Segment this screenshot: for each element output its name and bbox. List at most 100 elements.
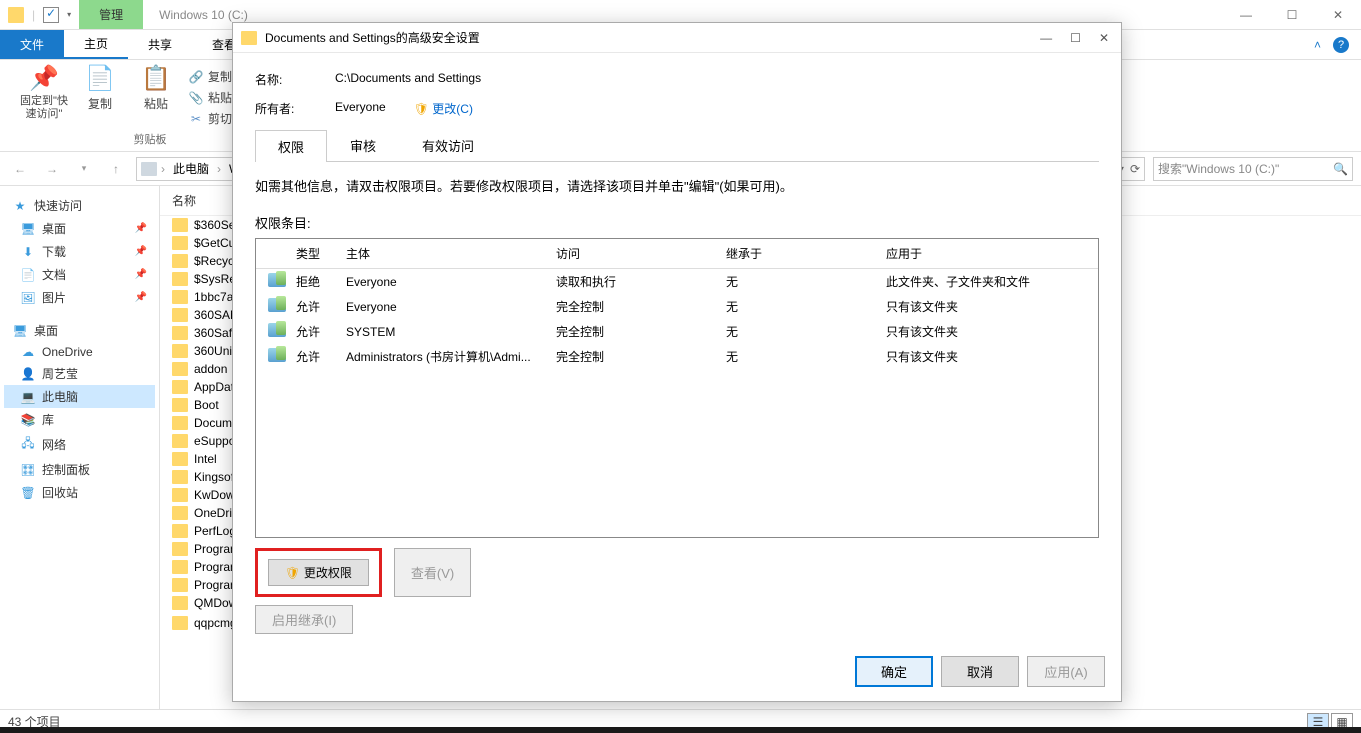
nav-user[interactable]: 👤周艺莹 [4,362,155,385]
paste-button[interactable]: 📋 粘贴 [132,64,180,112]
window-title: Windows 10 (C:) [143,8,264,22]
help-icon[interactable]: ? [1333,37,1349,53]
ribbon-group-label: 剪贴板 [134,129,167,147]
nav-network[interactable]: 🖧网络 [4,431,155,458]
nav-recycle[interactable]: 🗑回收站 [4,481,155,504]
folder-icon [172,578,188,592]
user-icon: 👤 [20,367,36,381]
nav-quickaccess[interactable]: ★快速访问 [4,194,155,217]
pin-quickaccess-button[interactable]: 📌 固定到"快速访问" [20,64,68,121]
chevron-icon[interactable]: › [217,162,221,176]
path-icon: 🔗 [188,69,204,85]
title-context-tab[interactable]: 管理 [79,0,143,29]
ribbon-collapse-icon[interactable]: ˄ [1314,38,1321,52]
perm-type: 拒绝 [292,271,342,292]
tab-permissions[interactable]: 权限 [255,130,327,162]
nav-desktop[interactable]: 🖥桌面📌 [4,217,155,240]
dlg-minimize-button[interactable]: — [1040,31,1052,45]
tab-home[interactable]: 主页 [64,30,128,59]
hdr-inherited[interactable]: 继承于 [722,243,882,264]
copy-button[interactable]: 📄 复制 [76,64,124,112]
checkbox-icon[interactable]: ✓ [43,7,59,23]
perm-inherit: 无 [722,321,882,342]
permission-row[interactable]: 允许Everyone完全控制无只有该文件夹 [256,294,1098,319]
search-input[interactable]: 搜索"Windows 10 (C:)" 🔍 [1153,157,1353,181]
nav-documents[interactable]: 📄文档📌 [4,263,155,286]
pin-icon: 📌 [135,223,147,234]
nav-downloads[interactable]: ⬇下载📌 [4,240,155,263]
perm-inherit: 无 [722,346,882,367]
permission-list[interactable]: 类型 主体 访问 继承于 应用于 拒绝Everyone读取和执行无此文件夹、子文… [255,238,1099,538]
hdr-access[interactable]: 访问 [552,243,722,264]
close-button[interactable]: ✕ [1315,0,1361,30]
tab-effective[interactable]: 有效访问 [399,129,497,161]
nav-thispc[interactable]: 💻此电脑 [4,385,155,408]
nav-forward-button[interactable]: → [40,157,64,181]
window-controls: — ☐ ✕ [1223,0,1361,30]
folder-icon [172,290,188,304]
chevron-icon[interactable]: › [161,162,165,176]
pin-label: 固定到"快速访问" [20,95,68,121]
perm-access: 完全控制 [552,321,722,342]
cloud-icon: ☁ [20,345,36,359]
quick-access-toolbar: | ✓ ▾ [0,7,79,23]
folder-icon [172,488,188,502]
taskbar[interactable] [0,727,1361,733]
folder-icon [172,218,188,232]
perm-principal: Everyone [342,273,552,291]
qat-separator: | [32,8,35,22]
apply-button: 应用(A) [1027,656,1105,687]
library-icon: 📚 [20,413,36,427]
folder-icon [172,398,188,412]
hdr-applies[interactable]: 应用于 [882,243,1090,264]
crumb-thispc[interactable]: 此电脑 [169,160,213,177]
owner-label: 所有者: [255,100,315,117]
perm-apply: 此文件夹、子文件夹和文件 [882,271,1090,292]
permission-row[interactable]: 允许Administrators (书房计算机\Admi...完全控制无只有该文… [256,344,1098,369]
perm-access: 完全控制 [552,296,722,317]
folder-icon [172,380,188,394]
hdr-principal[interactable]: 主体 [342,243,552,264]
ok-button[interactable]: 确定 [855,656,933,687]
change-owner-link[interactable]: 更改(C) [432,102,473,116]
folder-icon [172,236,188,250]
nav-recent-button[interactable]: ▾ [72,157,96,181]
folder-icon [172,524,188,538]
paste-label: 粘贴 [144,95,168,112]
perm-type: 允许 [292,346,342,367]
tab-file[interactable]: 文件 [0,30,64,59]
qat-dropdown-icon[interactable]: ▾ [67,10,71,19]
shield-icon: 🛡 [285,566,300,580]
nav-up-button[interactable]: ↑ [104,157,128,181]
maximize-button[interactable]: ☐ [1269,0,1315,30]
perm-headers[interactable]: 类型 主体 访问 继承于 应用于 [256,239,1098,269]
nav-libraries[interactable]: 📚库 [4,408,155,431]
refresh-icon[interactable]: ⟳ [1130,162,1140,176]
change-permissions-button[interactable]: 🛡 更改权限 [268,559,369,586]
dlg-maximize-button[interactable]: ☐ [1070,31,1081,45]
permission-row[interactable]: 拒绝Everyone读取和执行无此文件夹、子文件夹和文件 [256,269,1098,294]
nav-desktop-root[interactable]: 🖥桌面 [4,319,155,342]
folder-icon [172,326,188,340]
recycle-icon: 🗑 [20,486,36,500]
minimize-button[interactable]: — [1223,0,1269,30]
dlg-close-button[interactable]: ✕ [1099,31,1109,45]
nav-pictures[interactable]: 🖼图片📌 [4,286,155,309]
hdr-type[interactable]: 类型 [292,243,342,264]
permission-row[interactable]: 允许SYSTEM完全控制无只有该文件夹 [256,319,1098,344]
shortcut-icon: 📎 [188,90,204,106]
nav-onedrive[interactable]: ☁OneDrive [4,342,155,362]
folder-icon [172,452,188,466]
search-icon[interactable]: 🔍 [1333,162,1348,176]
pin-icon: 📌 [135,292,147,303]
perm-principal: SYSTEM [342,323,552,341]
tab-audit[interactable]: 审核 [327,129,399,161]
perm-access: 完全控制 [552,346,722,367]
nav-back-button[interactable]: ← [8,157,32,181]
cancel-button[interactable]: 取消 [941,656,1019,687]
tab-share[interactable]: 共享 [128,30,192,59]
folder-icon [172,272,188,286]
perm-principal: Everyone [342,298,552,316]
folder-icon [172,616,188,630]
nav-controlpanel[interactable]: 🎛控制面板 [4,458,155,481]
